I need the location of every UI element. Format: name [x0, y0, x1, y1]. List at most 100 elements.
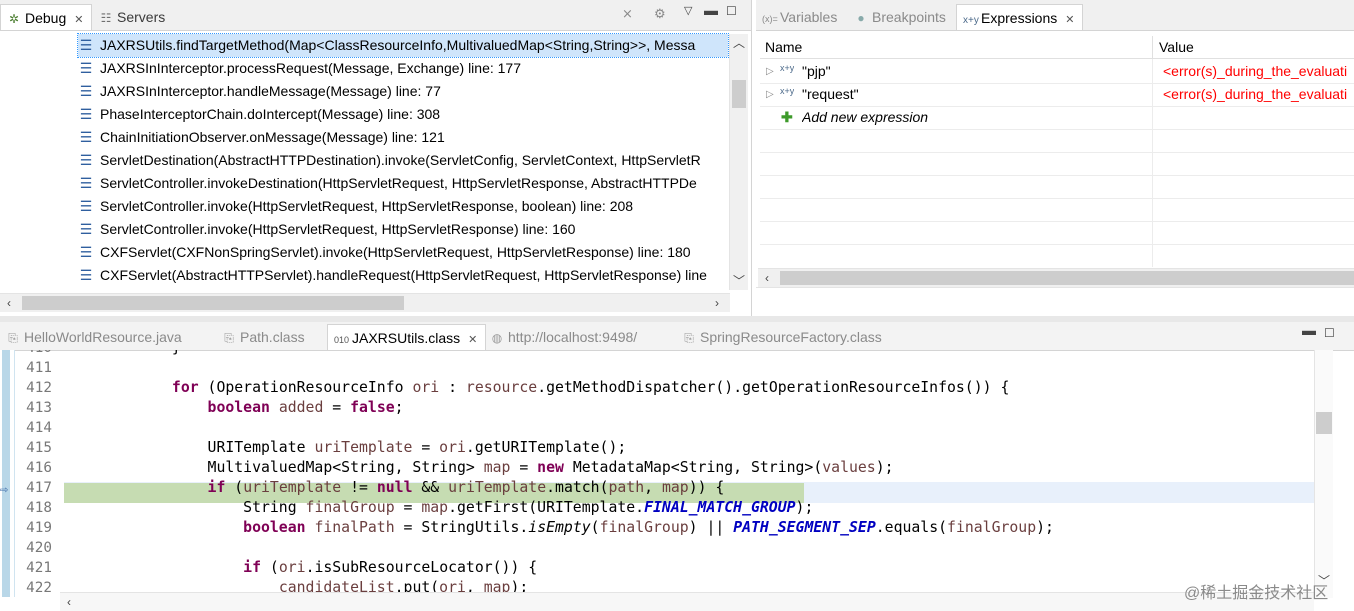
scroll-thumb[interactable] — [22, 296, 404, 310]
expand-chevron-icon[interactable]: ▷ — [766, 60, 774, 83]
code-line: } — [65, 350, 181, 358]
tab-springresourcefactory[interactable]: ⎘ SpringResourceFactory.class — [676, 324, 890, 350]
stack-frame[interactable]: ☰ JAXRSInInterceptor.processRequest(Messa… — [78, 57, 521, 80]
tab-localhost[interactable]: ◍ http://localhost:9498/ — [484, 324, 645, 350]
scroll-left-icon[interactable]: ‹ — [60, 593, 78, 611]
expression-row[interactable]: ▷ x+y "request" <error(s)_during_the_eva… — [760, 83, 1354, 107]
tab-breakpoints[interactable]: ● Breakpoints — [848, 4, 954, 30]
code-token: PATH_SEGMENT_SEP — [733, 519, 876, 536]
stack-frame[interactable]: ☰ ChainInitiationObserver.onMessage(Messa… — [78, 126, 445, 149]
column-header-name[interactable]: Name — [765, 39, 802, 55]
tab-helloworldresource[interactable]: ⎘ HelloWorldResource.java — [0, 324, 190, 350]
code-token: added — [278, 399, 324, 416]
stack-frame-label: JAXRSUtils.findTargetMethod(Map<ClassRes… — [100, 37, 696, 53]
code-token: if — [207, 479, 226, 496]
stack-frame[interactable]: ☰ ServletDestination(AbstractHTTPDestinat… — [78, 149, 728, 172]
code-token: new — [537, 459, 564, 476]
stack-frame-icon: ☰ — [79, 152, 93, 168]
code-token: ori — [412, 379, 440, 396]
view-menu-icon[interactable]: ▽ — [684, 4, 692, 17]
expand-chevron-icon[interactable]: ▷ — [766, 83, 774, 106]
tab-variables[interactable]: (x)= Variables — [756, 4, 845, 30]
stack-frame[interactable]: ☰ ServletController.invokeDestination(Htt… — [78, 172, 728, 195]
code-token: ( — [225, 479, 244, 496]
code-body[interactable]: 410 } 411 412 for (OperationResourceInfo o… — [0, 350, 1314, 597]
tab-servers[interactable]: ☷ Servers — [93, 4, 173, 30]
add-new-expression-label[interactable]: Add new expression — [802, 106, 928, 129]
code-token: map — [421, 499, 449, 516]
code-token: finalGroup — [305, 499, 395, 516]
expression-row[interactable]: ▷ x+y "pjp" <error(s)_during_the_evaluat… — [760, 60, 1354, 84]
code-token: ; — [394, 399, 404, 416]
scroll-thumb[interactable] — [1316, 412, 1332, 434]
code-token: map — [661, 479, 689, 496]
column-divider[interactable] — [1152, 36, 1153, 58]
code-token: .equals( — [875, 519, 948, 536]
scroll-right-icon[interactable]: › — [708, 294, 726, 312]
line-number: 412 — [26, 380, 52, 396]
scroll-left-icon[interactable]: ‹ — [0, 294, 18, 312]
tab-path-class[interactable]: ⎘ Path.class — [216, 324, 313, 350]
debug-vertical-scrollbar[interactable]: ︿ ﹀ — [729, 34, 748, 290]
expression-value: <error(s)_during_the_evaluati — [1163, 86, 1348, 102]
expression-value: <error(s)_during_the_evaluati — [1163, 63, 1348, 79]
stack-frame[interactable]: ☰ CXFServlet(CXFNonSpringServlet).invoke(… — [78, 241, 691, 264]
line-number: 419 — [26, 520, 52, 536]
scroll-up-icon[interactable]: ︿ — [730, 34, 748, 52]
stack-frame-icon: ☰ — [79, 37, 93, 53]
empty-row — [760, 221, 1354, 245]
stack-frame[interactable]: ☰ JAXRSUtils.findTargetMethod(Map<ClassRe… — [77, 33, 729, 58]
scroll-thumb[interactable] — [780, 271, 1354, 285]
scroll-left-icon[interactable]: ‹ — [758, 269, 776, 287]
code-token: ( — [261, 559, 279, 576]
code-token: uriTemplate — [314, 439, 413, 456]
stack-frame[interactable]: ☰ PhaseInterceptorChain.doIntercept(Messa… — [78, 103, 440, 126]
stack-frame[interactable]: ☰ ServletController.invoke(HttpServletReq… — [78, 195, 633, 218]
expressions-horizontal-scrollbar[interactable]: ‹ — [758, 268, 1354, 287]
remove-terminated-icon[interactable]: ⨯ — [622, 6, 633, 22]
editor-vertical-scrollbar[interactable]: ﹀ — [1314, 350, 1333, 598]
stack-frame[interactable]: ☰ ServletController.invoke(HttpServletReq… — [78, 218, 576, 241]
tab-breakpoints-label: Breakpoints — [872, 9, 946, 25]
stack-frame[interactable]: ☰ JAXRSInInterceptor.handleMessage(Messag… — [78, 80, 441, 103]
scroll-thumb[interactable] — [732, 80, 746, 108]
line-number: 418 — [26, 500, 52, 516]
debug-options-icon[interactable]: ⚙ — [654, 6, 666, 22]
line-number: 414 — [26, 420, 52, 436]
tab-debug[interactable]: ✲ Debug ✕ — [0, 4, 92, 30]
tab-variables-label: Variables — [780, 9, 838, 25]
scroll-down-icon[interactable]: ﹀ — [730, 272, 748, 290]
code-token: null — [376, 479, 413, 496]
watch-expression-icon: x+y — [780, 63, 795, 73]
code-token: : — [439, 379, 466, 396]
java-file-icon: ⎘ — [8, 331, 18, 345]
variables-icon: (x)= — [762, 14, 778, 24]
minimize-icon[interactable]: ▬ — [1302, 322, 1316, 338]
stack-frame-label: ServletController.invoke(HttpServletRequ… — [100, 221, 576, 237]
editor-horizontal-scrollbar[interactable]: ‹ — [60, 592, 1314, 611]
minimize-icon[interactable]: ▬ — [704, 2, 718, 18]
stack-frame[interactable]: ☰ CXFServlet(AbstractHTTPServlet).handleR… — [78, 264, 728, 287]
globe-icon: ◍ — [491, 331, 503, 345]
expression-name: "request" — [802, 86, 859, 102]
close-icon[interactable]: ✕ — [74, 14, 83, 26]
editor-tab-label: SpringResourceFactory.class — [700, 329, 882, 345]
watch-expression-icon: x+y — [780, 86, 795, 96]
tab-expressions[interactable]: x+y Expressions ✕ — [956, 4, 1084, 30]
close-icon[interactable]: ✕ — [468, 334, 477, 346]
close-icon[interactable]: ✕ — [1065, 14, 1074, 26]
add-expression-row[interactable]: ✚ Add new expression — [760, 106, 1354, 130]
code-token: } — [65, 350, 181, 356]
maximize-icon[interactable]: ☐ — [1324, 326, 1335, 340]
column-header-value[interactable]: Value — [1159, 39, 1194, 55]
line-number: 411 — [26, 360, 52, 376]
code-token: ori — [278, 559, 306, 576]
debug-horizontal-scrollbar[interactable]: ‹ › — [0, 293, 730, 312]
tab-jaxrsutils-class[interactable]: 010 JAXRSUtils.class ✕ — [327, 324, 487, 350]
editor-area: ⎘ HelloWorldResource.java ⎘ Path.class 010… — [0, 322, 1354, 611]
maximize-icon[interactable]: ☐ — [726, 4, 737, 18]
